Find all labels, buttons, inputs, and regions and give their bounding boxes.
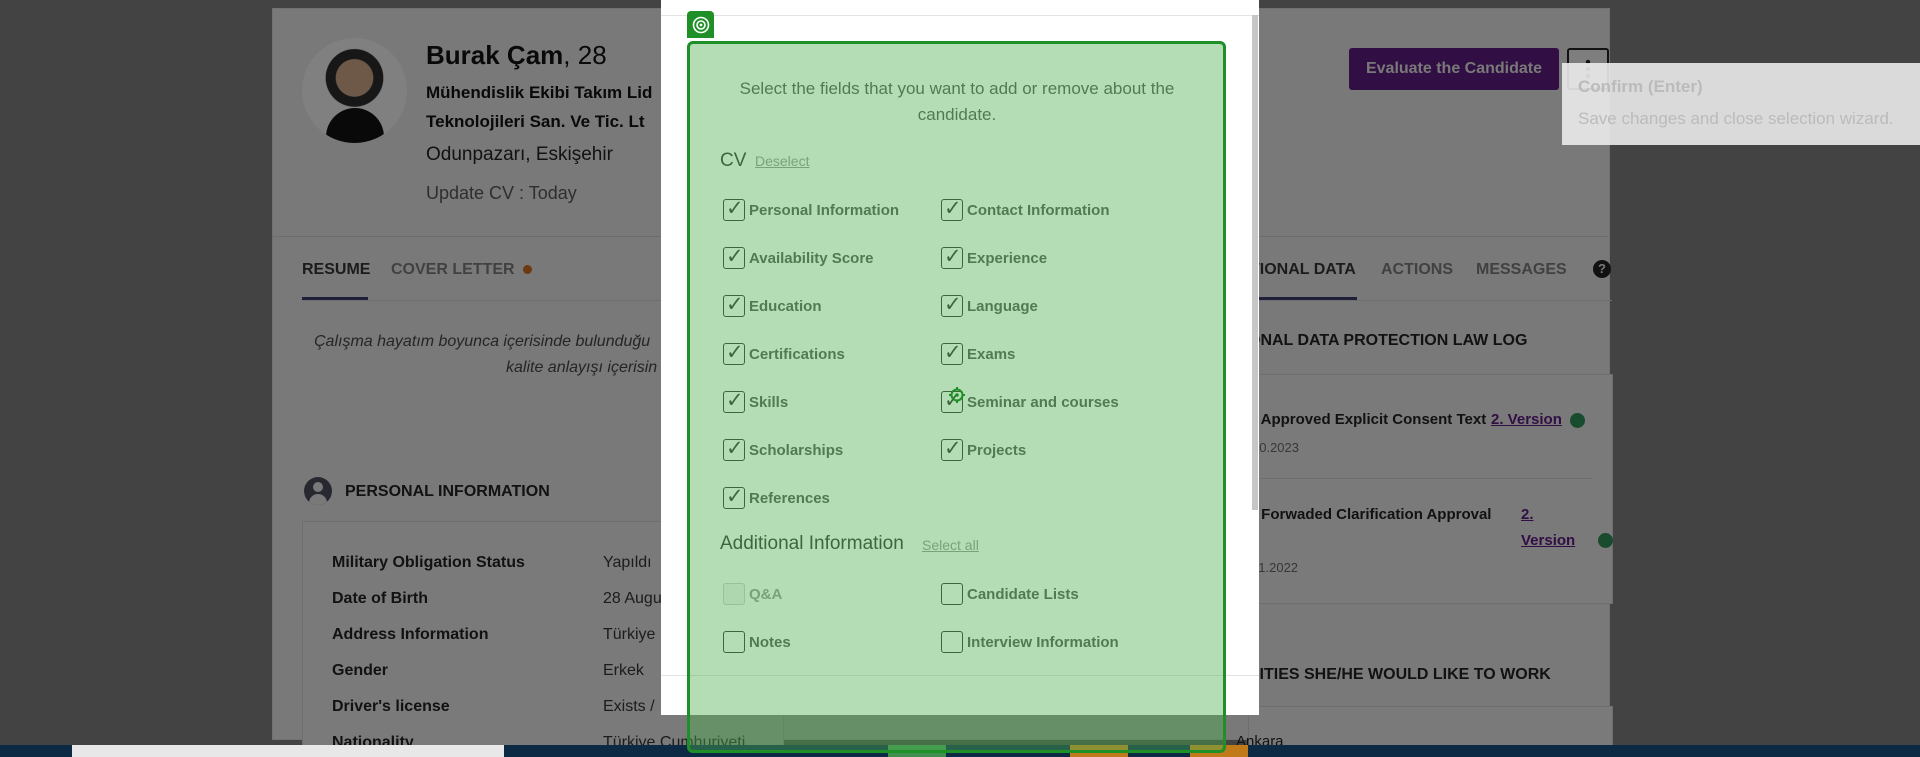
target-icon bbox=[687, 11, 714, 38]
modal-scrollbar[interactable] bbox=[1252, 15, 1258, 510]
tooltip-title: Confirm (Enter) bbox=[1578, 77, 1703, 96]
taskbar-search[interactable] bbox=[72, 745, 504, 757]
tooltip-subtitle: Save changes and close selection wizard. bbox=[1578, 109, 1894, 128]
cursor-target-icon bbox=[949, 387, 965, 403]
modal-header-divider bbox=[661, 15, 1259, 16]
confirm-tooltip: Confirm (Enter) Save changes and close s… bbox=[1562, 63, 1920, 145]
